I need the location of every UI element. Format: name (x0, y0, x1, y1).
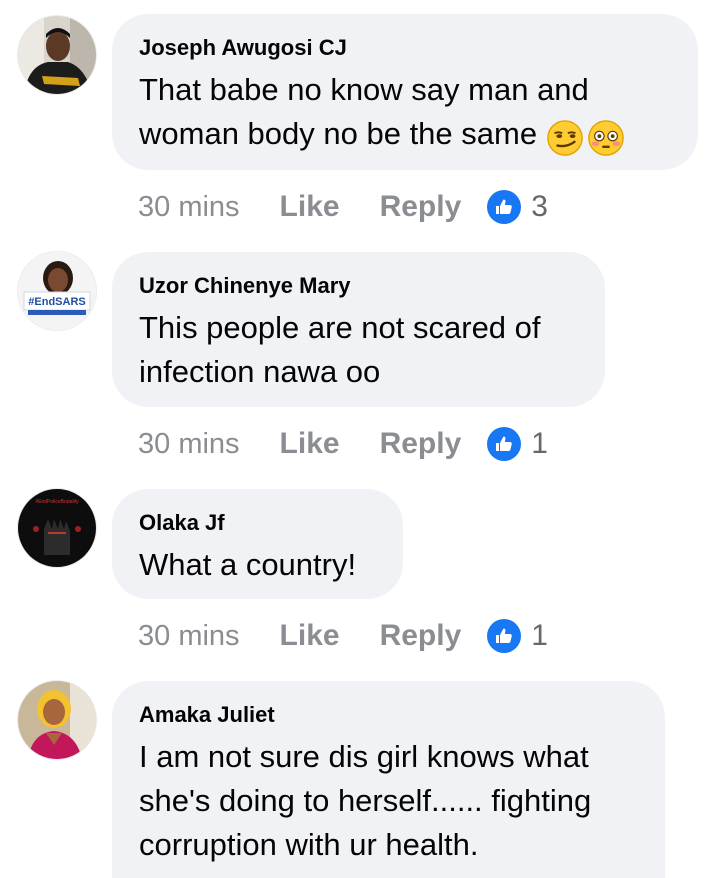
avatar-badge-text: #EndPoliceBrutality (35, 499, 79, 505)
like-button[interactable]: Like (280, 190, 340, 224)
comment-bubble: Uzor Chinenye Mary This people are not s… (112, 252, 605, 407)
comment-text: That babe no know say man and woman body… (139, 68, 670, 163)
comment-text: I am not sure dis girl knows what she's … (139, 739, 592, 862)
avatar-badge-text: #EndSARS (28, 296, 85, 308)
flushed-emoji-icon (588, 120, 624, 156)
avatar[interactable] (18, 681, 96, 759)
comment-author[interactable]: Amaka Juliet (139, 701, 637, 729)
reply-button[interactable]: Reply (380, 427, 462, 461)
reply-button[interactable]: Reply (380, 619, 462, 653)
reaction-count: 1 (531, 427, 548, 460)
reaction-count: 3 (531, 190, 548, 223)
comment-bubble: Joseph Awugosi CJ That babe no know say … (112, 14, 698, 170)
comment-author[interactable]: Olaka Jf (139, 509, 375, 537)
thumbs-up-icon (487, 190, 522, 224)
comment-text-body: That babe no know say man and woman body… (139, 72, 589, 151)
comment-timestamp[interactable]: 30 mins (138, 428, 240, 461)
avatar[interactable]: #EndSARS (18, 252, 96, 330)
reaction-summary[interactable]: 1 (487, 619, 548, 653)
comment-actions: 30 mins Like Reply 3 (138, 187, 548, 227)
comment-text: What a country! (139, 547, 357, 582)
comment-actions: 30 mins Like Reply 1 (138, 616, 548, 656)
reaction-summary[interactable]: 1 (487, 427, 548, 461)
like-button[interactable]: Like (280, 427, 340, 461)
thumbs-up-icon (487, 619, 522, 653)
reaction-summary[interactable]: 3 (487, 190, 548, 224)
comment-bubble: Amaka Juliet I am not sure dis girl know… (112, 681, 665, 878)
thumbs-up-icon (487, 427, 522, 461)
reaction-count: 1 (531, 619, 548, 652)
comment-text: This people are not scared of infection … (139, 310, 541, 389)
comment-timestamp[interactable]: 30 mins (138, 620, 240, 653)
avatar[interactable]: #EndPoliceBrutality (18, 489, 96, 567)
comment-timestamp[interactable]: 30 mins (138, 191, 240, 224)
reply-button[interactable]: Reply (380, 190, 462, 224)
comment-actions: 30 mins Like Reply 1 (138, 424, 548, 464)
emoji-group (543, 119, 625, 163)
comment-author[interactable]: Joseph Awugosi CJ (139, 34, 670, 62)
comment-author[interactable]: Uzor Chinenye Mary (139, 272, 577, 300)
smirk-emoji-icon (547, 120, 583, 156)
avatar[interactable] (18, 16, 96, 94)
comment-bubble: Olaka Jf What a country! (112, 489, 403, 599)
like-button[interactable]: Like (280, 619, 340, 653)
